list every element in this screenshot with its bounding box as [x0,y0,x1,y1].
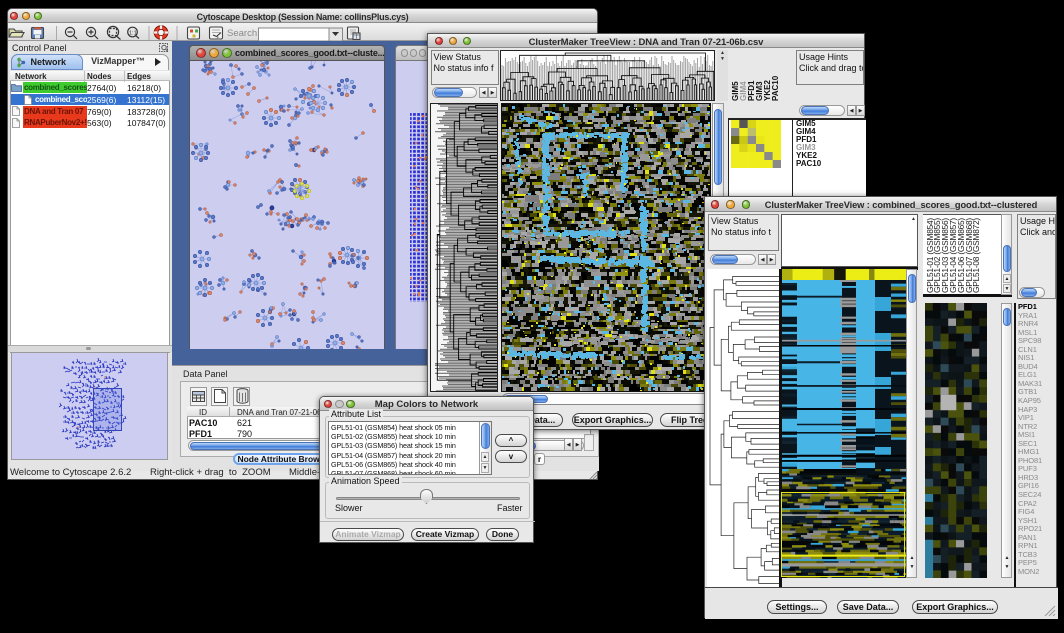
svg-text:Search:: Search: [227,28,260,39]
svg-text:1:1: 1:1 [129,31,137,37]
